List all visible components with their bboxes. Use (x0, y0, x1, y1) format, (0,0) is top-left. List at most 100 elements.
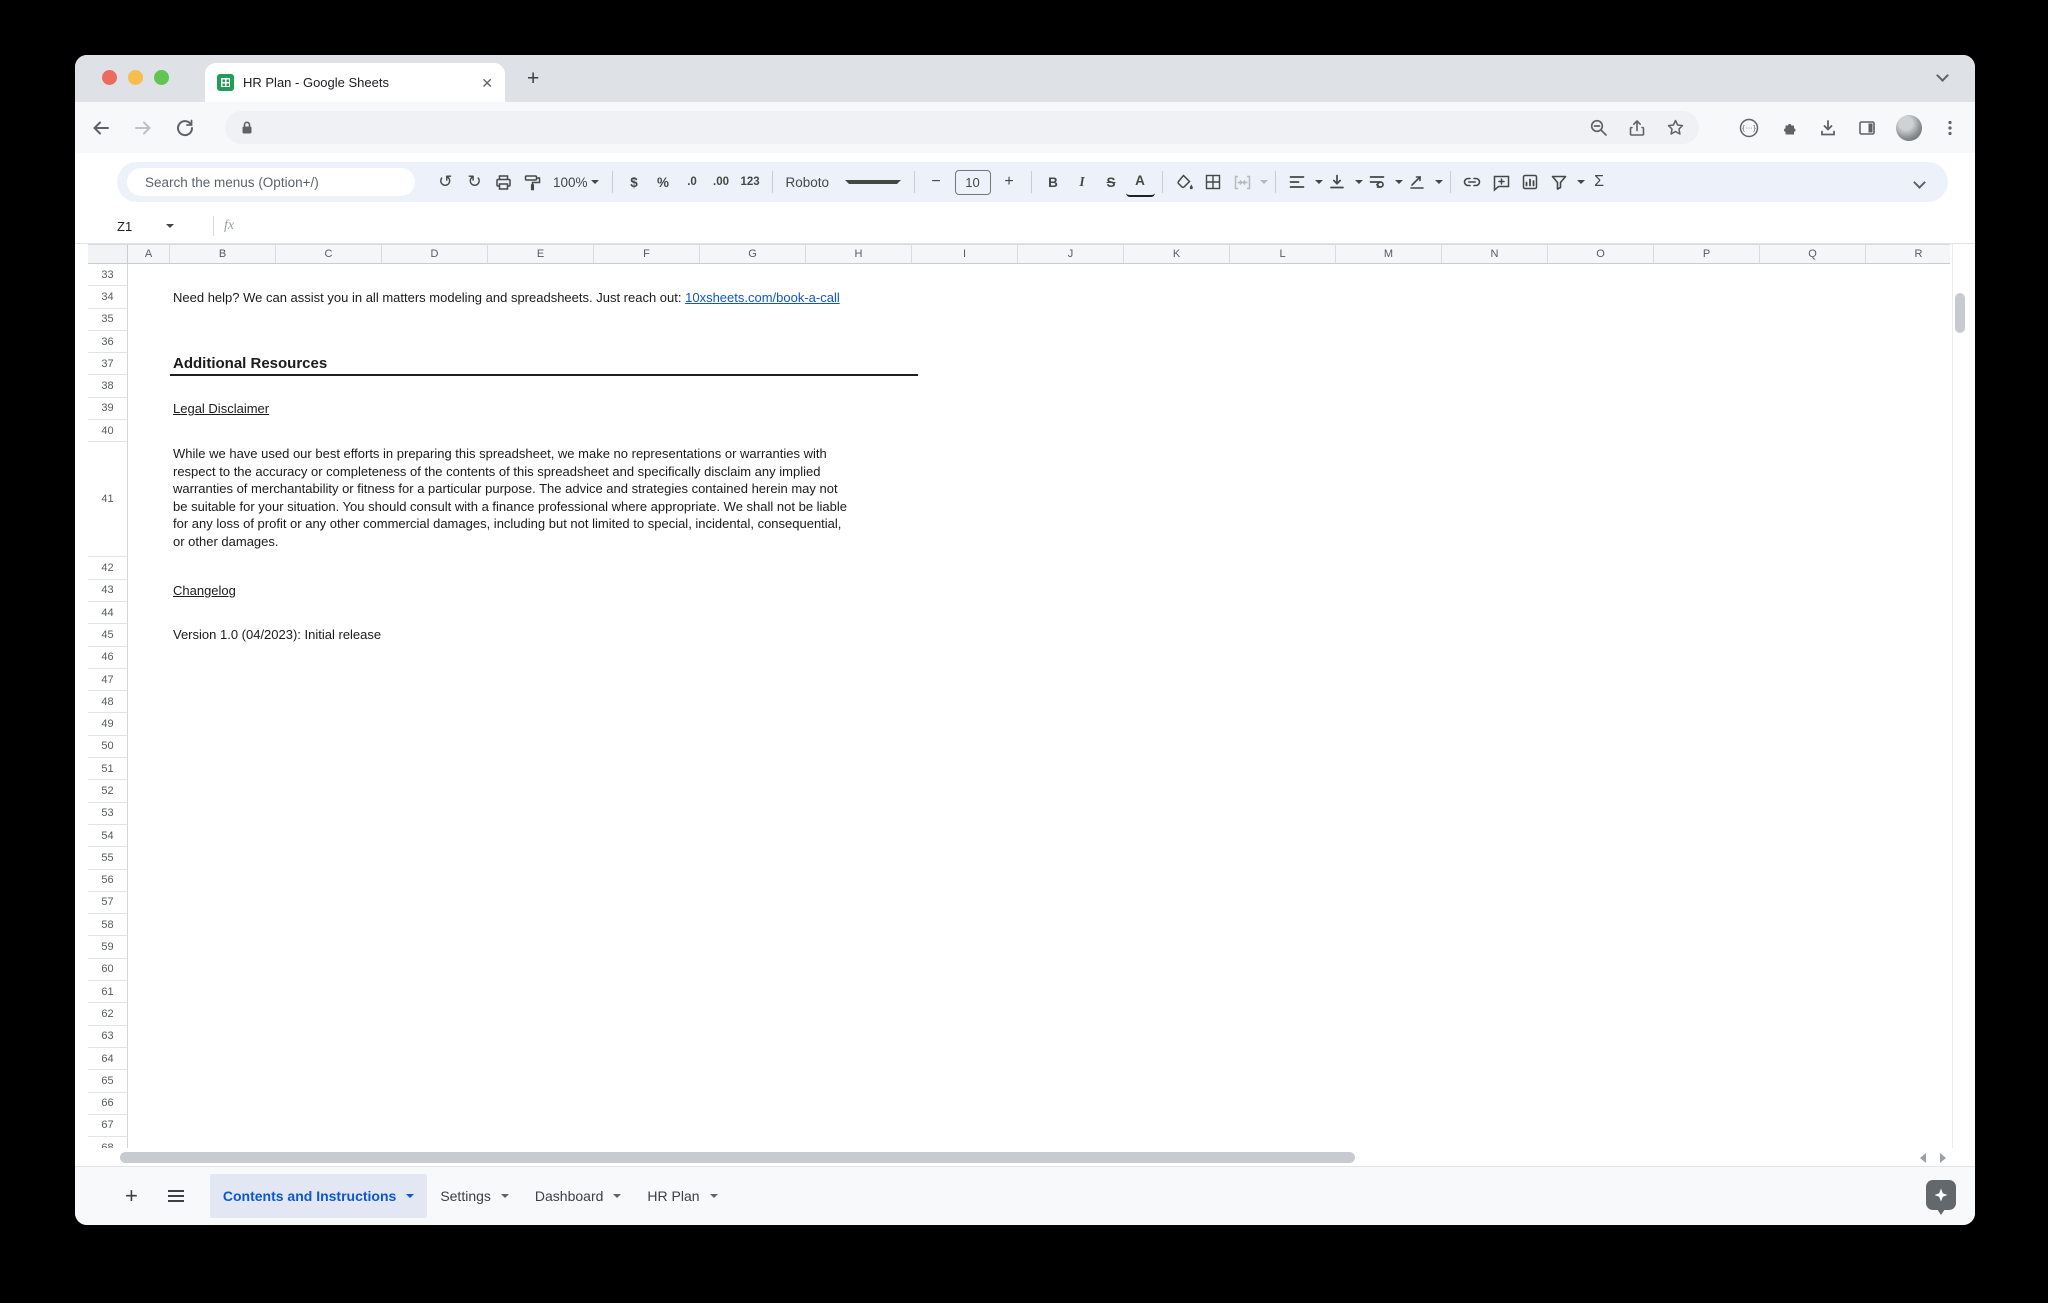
row-header-50[interactable]: 50 (88, 736, 127, 758)
row-header-33[interactable]: 33 (88, 264, 127, 286)
browser-tab[interactable]: HR Plan - Google Sheets ✕ (205, 63, 505, 102)
bookmark-star-icon[interactable] (1666, 118, 1685, 137)
sheet-tab-menu-caret-icon[interactable] (501, 1194, 509, 1198)
row-header-62[interactable]: 62 (88, 1003, 127, 1025)
row-header-48[interactable]: 48 (88, 691, 127, 713)
cell-b37-section-title[interactable]: Additional Resources (170, 353, 918, 376)
column-header-H[interactable]: H (806, 245, 912, 263)
undo-button[interactable]: ↺ (431, 167, 460, 197)
vertical-scrollbar[interactable] (1952, 244, 1966, 1148)
row-header-56[interactable]: 56 (88, 870, 127, 892)
column-header-N[interactable]: N (1442, 245, 1548, 263)
insert-link-button[interactable] (1458, 167, 1487, 197)
italic-button[interactable]: I (1068, 167, 1097, 197)
fill-color-button[interactable] (1170, 167, 1199, 197)
insert-chart-button[interactable] (1516, 167, 1545, 197)
insert-comment-button[interactable] (1487, 167, 1516, 197)
sheet-tab-menu-caret-icon[interactable] (613, 1194, 621, 1198)
format-currency-button[interactable]: $ (620, 167, 649, 197)
row-header-64[interactable]: 64 (88, 1048, 127, 1070)
row-header-43[interactable]: 43 (88, 580, 127, 602)
row-header-45[interactable]: 45 (88, 624, 127, 646)
row-header-41[interactable]: 41 (88, 442, 127, 557)
new-tab-button[interactable]: + (527, 67, 539, 91)
row-header-44[interactable]: 44 (88, 602, 127, 624)
row-header-55[interactable]: 55 (88, 847, 127, 869)
row-header-60[interactable]: 60 (88, 959, 127, 981)
zoom-select[interactable]: 100% (547, 167, 605, 197)
column-header-D[interactable]: D (382, 245, 488, 263)
font-family-select[interactable]: Roboto (780, 167, 907, 197)
sheet-tab-settings[interactable]: Settings (427, 1174, 522, 1218)
scroll-right-arrow-icon[interactable] (1940, 1153, 1946, 1163)
row-header-34[interactable]: 34 (88, 286, 127, 308)
name-box[interactable]: Z1 (117, 219, 213, 234)
horizontal-scrollbar-thumb[interactable] (120, 1152, 1355, 1163)
add-sheet-button[interactable]: + (125, 1185, 138, 1207)
decrease-font-size-button[interactable]: − (922, 167, 951, 197)
row-header-39[interactable]: 39 (88, 398, 127, 420)
row-header-36[interactable]: 36 (88, 331, 127, 353)
side-panel-icon[interactable] (1857, 118, 1877, 138)
borders-button[interactable] (1199, 167, 1228, 197)
minimize-window-button[interactable] (128, 70, 143, 85)
row-header-53[interactable]: 53 (88, 803, 127, 825)
select-all-corner[interactable] (88, 245, 128, 263)
row-header-54[interactable]: 54 (88, 825, 127, 847)
functions-button[interactable]: Σ (1585, 167, 1614, 197)
column-header-O[interactable]: O (1548, 245, 1654, 263)
sheet-tab-contents-and-instructions[interactable]: Contents and Instructions (210, 1174, 427, 1218)
row-header-40[interactable]: 40 (88, 420, 127, 442)
vertical-scrollbar-thumb[interactable] (1955, 293, 1965, 333)
sheet-tab-menu-caret-icon[interactable] (406, 1194, 414, 1198)
merge-cells-button[interactable] (1228, 167, 1257, 197)
column-header-L[interactable]: L (1230, 245, 1336, 263)
horizontal-scrollbar[interactable] (88, 1148, 1966, 1166)
extensions-puzzle-icon[interactable] (1779, 118, 1799, 138)
text-rotation-button[interactable] (1403, 167, 1432, 197)
browser-menu-icon[interactable] (1941, 119, 1959, 137)
column-header-F[interactable]: F (594, 245, 700, 263)
bold-button[interactable]: B (1039, 167, 1068, 197)
toolbar-collapse-chevron-icon[interactable] (1913, 176, 1926, 189)
row-header-67[interactable]: 67 (88, 1115, 127, 1137)
column-header-J[interactable]: J (1018, 245, 1124, 263)
row-header-66[interactable]: 66 (88, 1093, 127, 1115)
column-header-R[interactable]: R (1866, 245, 1950, 263)
column-header-M[interactable]: M (1336, 245, 1442, 263)
format-percent-button[interactable]: % (649, 167, 678, 197)
strikethrough-button[interactable]: S (1097, 167, 1126, 197)
sheet-tab-dashboard[interactable]: Dashboard (522, 1174, 635, 1218)
column-header-E[interactable]: E (488, 245, 594, 263)
row-header-63[interactable]: 63 (88, 1026, 127, 1048)
reload-button[interactable] (175, 118, 195, 138)
close-tab-icon[interactable]: ✕ (481, 76, 493, 90)
print-button[interactable] (489, 167, 518, 197)
row-header-68[interactable]: 68 (88, 1137, 127, 1148)
back-button[interactable] (91, 118, 111, 138)
column-header-P[interactable]: P (1654, 245, 1760, 263)
row-header-59[interactable]: 59 (88, 936, 127, 958)
row-header-49[interactable]: 49 (88, 713, 127, 735)
grid-body[interactable]: 3334353637383940414243444546474849505152… (88, 264, 1950, 1148)
column-header-C[interactable]: C (276, 245, 382, 263)
zoom-level-icon[interactable] (1589, 118, 1608, 137)
tab-search-chevron-icon[interactable] (1936, 69, 1949, 82)
filter-button[interactable] (1545, 167, 1574, 197)
row-header-38[interactable]: 38 (88, 375, 127, 397)
downloads-icon[interactable] (1818, 118, 1838, 138)
text-wrap-button[interactable] (1363, 167, 1392, 197)
menu-search-input[interactable]: Search the menus (Option+/) (127, 168, 415, 196)
row-header-58[interactable]: 58 (88, 914, 127, 936)
share-icon[interactable] (1628, 119, 1646, 137)
paint-format-button[interactable] (518, 167, 547, 197)
cell-b43-heading[interactable]: Changelog (173, 580, 236, 602)
column-header-G[interactable]: G (700, 245, 806, 263)
column-header-I[interactable]: I (912, 245, 1018, 263)
sheet-tab-hr-plan[interactable]: HR Plan (634, 1174, 730, 1218)
row-header-61[interactable]: 61 (88, 981, 127, 1003)
forward-button[interactable] (133, 118, 153, 138)
more-formats-button[interactable]: 123 (736, 167, 765, 197)
sheet-tab-menu-caret-icon[interactable] (710, 1194, 718, 1198)
row-header-35[interactable]: 35 (88, 309, 127, 331)
